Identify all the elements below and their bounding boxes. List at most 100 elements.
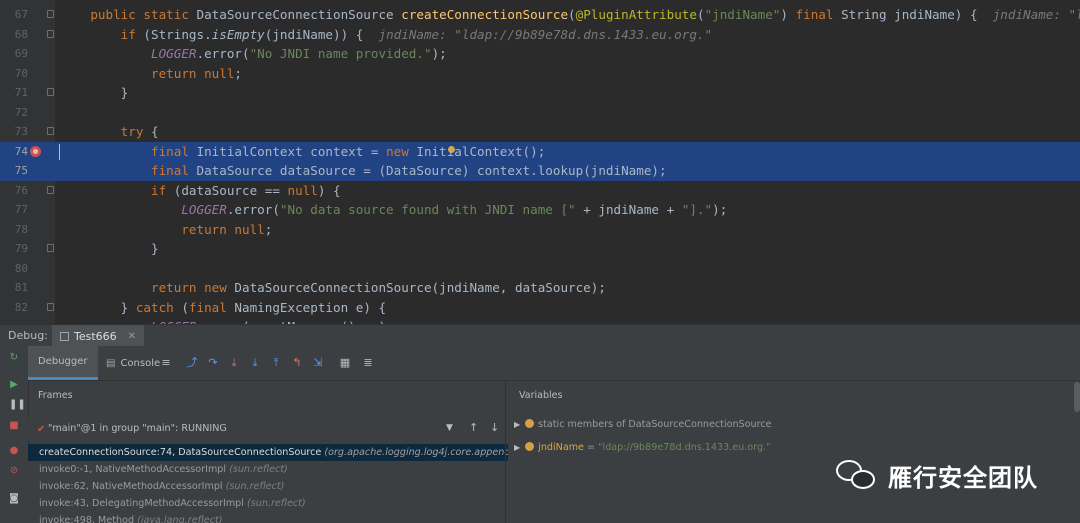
code-line[interactable]: 72 — [0, 103, 1080, 123]
view-breakpoints-icon[interactable]: ● — [9, 446, 19, 456]
line-number[interactable]: 70 — [0, 64, 28, 84]
variables-title: Variables — [519, 390, 563, 401]
tab-console[interactable]: ▤ Console — [100, 346, 166, 380]
evaluate-expression-icon[interactable]: ▦ — [339, 357, 351, 369]
force-step-into-icon[interactable]: ⤓ — [249, 357, 261, 369]
frame-item[interactable]: invoke:43, DelegatingMethodAccessorImpl … — [28, 495, 508, 512]
mute-breakpoints-icon[interactable]: ⊘ — [9, 466, 19, 476]
stop-icon[interactable]: ■ — [9, 421, 19, 431]
code-line[interactable]: 70 return null; — [0, 64, 1080, 84]
line-number[interactable]: 73 — [0, 122, 28, 142]
code-line[interactable]: 69 LOGGER.error("No JNDI name provided."… — [0, 44, 1080, 64]
code-line[interactable]: 68 if (Strings.isEmpty(jndiName)) { jndi… — [0, 25, 1080, 45]
fold-marker-icon[interactable] — [47, 29, 54, 38]
line-number[interactable]: 81 — [0, 278, 28, 298]
frame-item[interactable]: invoke:62, NativeMethodAccessorImpl (sun… — [28, 478, 508, 495]
frames-header: Frames — [28, 380, 508, 410]
thread-selector[interactable]: ✔ "main"@1 in group "main": RUNNING ▼ ↑ … — [28, 418, 508, 440]
step-out-icon[interactable]: ⤒ — [270, 357, 282, 369]
pause-program-icon[interactable]: ❚❚ — [9, 400, 26, 410]
line-number[interactable]: 78 — [0, 220, 28, 240]
frame-package: (sun.reflect) — [247, 498, 306, 509]
line-number[interactable]: 75 — [0, 161, 28, 181]
code-line[interactable]: 80 — [0, 259, 1080, 279]
variable-static-members[interactable]: ▶ static members of DataSourceConnectionS… — [514, 416, 772, 434]
arrow-up-icon[interactable]: ↑ — [469, 421, 478, 434]
code-text: } catch (final NamingException e) { — [60, 299, 387, 315]
fold-marker-icon[interactable] — [47, 185, 54, 194]
resume-program-icon[interactable]: ▶ — [9, 380, 19, 390]
code-line[interactable]: 78 return null; — [0, 220, 1080, 240]
frame-package: (sun.reflect) — [229, 464, 288, 475]
frames-list[interactable]: createConnectionSource:74, DataSourceCon… — [28, 444, 508, 523]
code-text: if (dataSource == null) { — [151, 182, 341, 198]
debug-title-bar: Debug: Test666 ✕ — [0, 324, 1080, 347]
code-line[interactable]: LOGGER.error(e.getMessage(), e); — [0, 317, 1080, 324]
frame-item[interactable]: invoke:498, Method (java.lang.reflect) — [28, 512, 508, 523]
line-number[interactable]: 76 — [0, 181, 28, 201]
camera-icon[interactable]: ◙ — [9, 494, 19, 504]
variable-name: jndiName — [538, 442, 584, 453]
code-line[interactable]: 81 return new DataSourceConnectionSource… — [0, 278, 1080, 298]
line-number[interactable]: 74 — [0, 142, 28, 162]
frame-package: (org.apache.logging.log4j.core.appender.… — [324, 447, 508, 458]
line-number[interactable]: 71 — [0, 83, 28, 103]
code-text: LOGGER.error(e.getMessage(), e); — [60, 317, 394, 324]
code-line[interactable]: 73 try { — [0, 122, 1080, 142]
line-number[interactable]: 80 — [0, 259, 28, 279]
frames-title: Frames — [38, 390, 73, 401]
fold-marker-icon[interactable] — [47, 302, 54, 311]
frame-item[interactable]: createConnectionSource:74, DataSourceCon… — [28, 444, 508, 461]
code-text: } — [60, 241, 159, 256]
test-config-icon — [60, 331, 69, 341]
fold-marker-icon[interactable] — [47, 244, 54, 252]
line-number[interactable]: 79 — [0, 239, 28, 259]
line-number[interactable]: 68 — [0, 25, 28, 45]
chevron-down-icon[interactable]: ▼ — [446, 423, 453, 433]
panel-splitter[interactable] — [505, 380, 506, 523]
code-line[interactable]: 74 final InitialContext context = new In… — [0, 141, 1080, 162]
code-line[interactable]: 75 final DataSource dataSource = (DataSo… — [0, 161, 1080, 181]
code-text: return null; — [151, 65, 242, 81]
menu-icon[interactable]: ≡ — [160, 357, 172, 369]
rerun-icon[interactable]: ↻ — [9, 353, 19, 363]
code-line[interactable]: 67 public static DataSourceConnectionSou… — [0, 5, 1080, 25]
debug-side-toolbar: ↻ ▶ ❚❚ ■ ● ⊘ ◙ — [0, 346, 29, 523]
fold-marker-icon[interactable] — [47, 10, 54, 18]
code-text: return null; — [181, 221, 273, 237]
code-text: } — [60, 85, 129, 100]
show-execution-point-icon[interactable]: ⤴ — [186, 357, 198, 369]
trace-stream-icon[interactable]: ≣ — [362, 357, 374, 369]
expand-arrow-icon[interactable]: ▶ — [514, 420, 520, 429]
line-number[interactable]: 77 — [0, 200, 28, 220]
static-members-label: static members of DataSourceConnectionSo… — [538, 419, 772, 430]
line-number[interactable]: 72 — [0, 103, 28, 123]
wechat-logo-icon — [836, 458, 878, 492]
frame-package: (java.lang.reflect) — [137, 515, 223, 523]
frame-item[interactable]: invoke0:-1, NativeMethodAccessorImpl (su… — [28, 461, 508, 478]
variable-jndiname[interactable]: ▶ jndiName = "ldap://9b89e78d.dns.1433.eu… — [514, 439, 771, 457]
expand-arrow-icon[interactable]: ▶ — [514, 443, 520, 452]
step-into-icon[interactable]: ⤓ — [228, 357, 240, 369]
run-config-tab[interactable]: Test666 ✕ — [52, 325, 145, 347]
close-tab-icon[interactable]: ✕ — [128, 331, 136, 342]
line-number[interactable]: 82 — [0, 298, 28, 318]
code-editor[interactable]: 67 public static DataSourceConnectionSou… — [0, 0, 1080, 324]
code-line[interactable]: 77 LOGGER.error("No data source found wi… — [0, 200, 1080, 220]
breakpoint-icon[interactable] — [30, 145, 41, 157]
step-over-icon[interactable]: ↷ — [207, 357, 219, 369]
debug-label: Debug: — [8, 329, 48, 342]
variables-scrollbar[interactable] — [1074, 382, 1080, 412]
fold-marker-icon[interactable] — [47, 127, 54, 135]
fold-marker-icon[interactable] — [47, 88, 54, 96]
code-line[interactable]: 82 } catch (final NamingException e) { — [0, 298, 1080, 318]
code-line[interactable]: 76 if (dataSource == null) { — [0, 181, 1080, 201]
tab-debugger[interactable]: Debugger — [28, 346, 98, 380]
line-number[interactable]: 69 — [0, 44, 28, 64]
line-number[interactable]: 67 — [0, 5, 28, 25]
drop-frame-icon[interactable]: ↰ — [291, 357, 303, 369]
code-line[interactable]: 79 } — [0, 239, 1080, 259]
run-to-cursor-icon[interactable]: ⇲ — [312, 357, 324, 369]
arrow-down-icon[interactable]: ↓ — [490, 421, 499, 434]
code-line[interactable]: 71 } — [0, 83, 1080, 103]
